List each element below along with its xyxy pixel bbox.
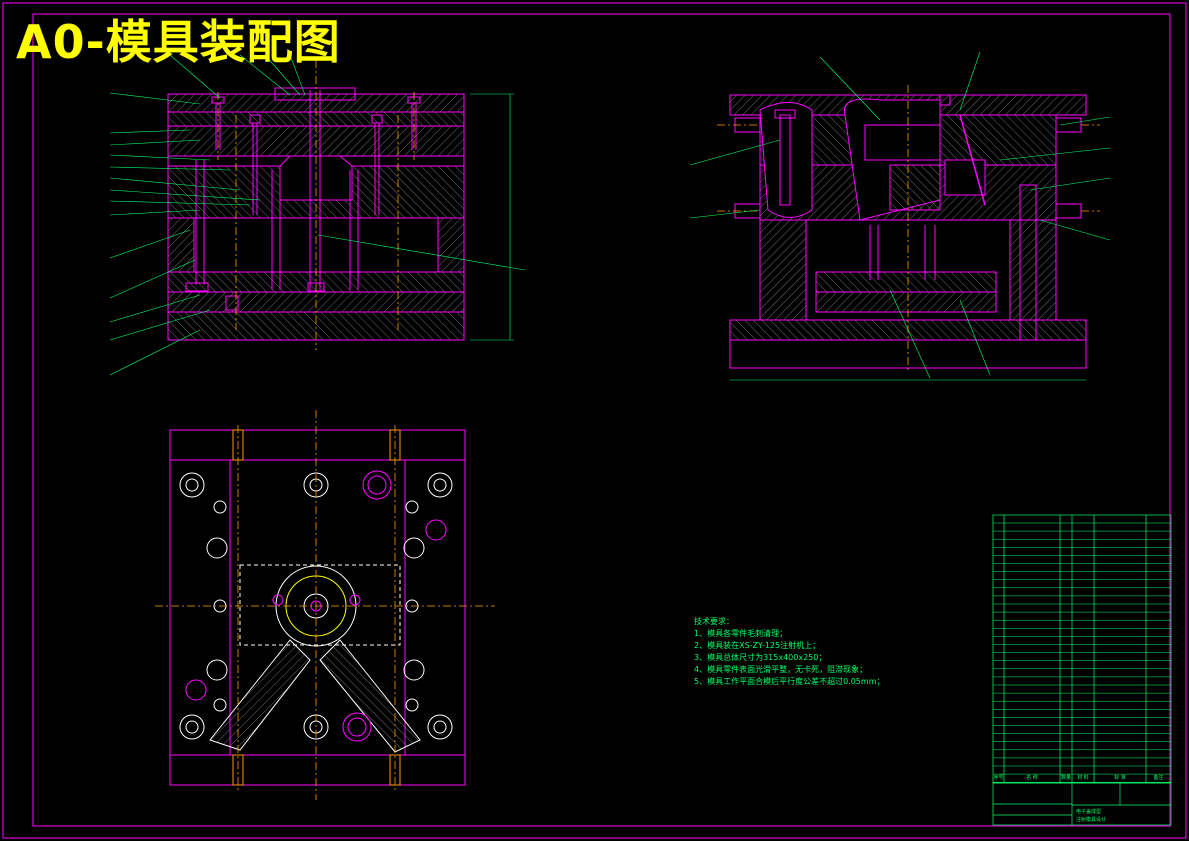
- note-item: 1、模具各零件毛刺清理；: [694, 629, 788, 638]
- assembly-drawing: [2, 2, 1187, 839]
- technical-requirements: 技术要求： 1、模具各零件毛刺清理； 2、模具装在XS-ZY-125注射机上； …: [694, 616, 885, 688]
- drawing-name-2: 注射模具设计: [1076, 817, 1107, 823]
- plan-view: [155, 410, 495, 800]
- note-item: 5、模具工作平面合模后平行度公差不超过0.05mm；: [694, 677, 885, 686]
- bom-col-name: 名 称: [1026, 775, 1038, 781]
- bom-col-standard: 标 准: [1114, 775, 1126, 781]
- front-section-view: [109, 54, 526, 376]
- notes-heading: 技术要求：: [694, 617, 734, 626]
- bom-col-qty: 数量: [1060, 775, 1071, 781]
- note-item: 2、模具装在XS-ZY-125注射机上；: [694, 641, 821, 650]
- drawing-name-1: 电子盖成型: [1076, 809, 1102, 815]
- bom-col-no: 序号: [993, 775, 1004, 781]
- bom-rows: [993, 522, 1171, 783]
- note-item: 4、模具零件表面光滑平整，无卡死，阻滞现象；: [694, 665, 868, 674]
- bom-col-remark: 备注: [1153, 775, 1164, 781]
- note-item: 3、模具总体尺寸为315x400x250；: [694, 653, 827, 662]
- drawing-title: A0-模具装配图: [16, 15, 341, 69]
- bom-header-row: 序号 名 称 数量 材 料 标 准 备注: [993, 773, 1171, 783]
- side-section-view: [689, 51, 1111, 381]
- bom-col-material: 材 料: [1077, 775, 1089, 781]
